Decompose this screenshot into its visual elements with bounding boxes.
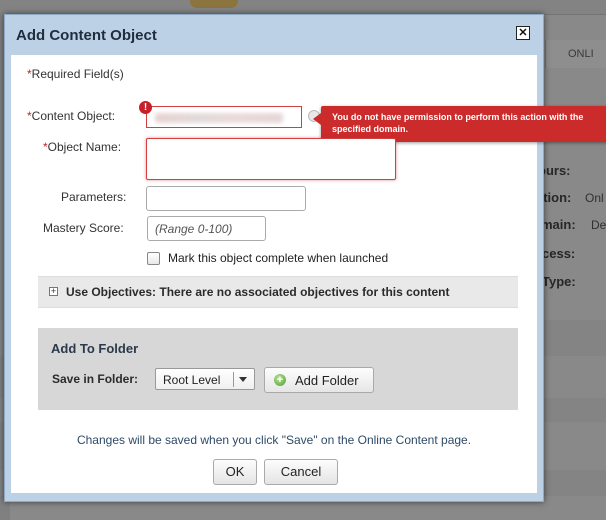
- content-object-label: *Content Object:: [27, 109, 115, 123]
- add-folder-button[interactable]: + Add Folder: [264, 367, 374, 393]
- object-name-label-text: Object Name:: [47, 140, 122, 154]
- cancel-button[interactable]: Cancel: [264, 459, 338, 485]
- required-note-text: Required Field(s): [31, 67, 124, 81]
- content-object-field[interactable]: [146, 106, 302, 128]
- add-content-object-dialog: Add Content Object ✕ *Required Field(s) …: [4, 14, 606, 502]
- select-divider: [233, 372, 234, 387]
- error-tooltip: You do not have permission to perform th…: [313, 106, 606, 142]
- add-folder-label: Add Folder: [295, 373, 359, 388]
- parameters-field[interactable]: [146, 186, 306, 211]
- dialog-content: *Required Field(s) *Content Object: ! Yo…: [11, 55, 606, 493]
- use-objectives-section[interactable]: + Use Objectives: There are no associate…: [38, 276, 518, 308]
- mark-complete-label[interactable]: Mark this object complete when launched: [168, 251, 388, 265]
- add-to-folder-panel: Add To Folder Save in Folder: Root Level…: [38, 328, 518, 410]
- content-object-label-text: Content Object:: [31, 109, 116, 123]
- object-name-label: *Object Name:: [43, 140, 121, 154]
- mark-complete-checkbox[interactable]: [147, 252, 160, 265]
- folder-select-value: Root Level: [163, 373, 221, 387]
- dialog-title: Add Content Object: [16, 27, 157, 44]
- expand-plus-icon[interactable]: +: [49, 287, 58, 296]
- save-note: Changes will be saved when you click "Sa…: [76, 433, 472, 447]
- required-fields-note: *Required Field(s): [27, 67, 124, 81]
- obscured-value: [155, 113, 283, 123]
- folder-select[interactable]: Root Level: [155, 368, 255, 390]
- use-objectives-text: Use Objectives: There are no associated …: [66, 285, 450, 299]
- add-to-folder-title: Add To Folder: [51, 341, 139, 356]
- parameters-label: Parameters:: [61, 190, 127, 204]
- add-plus-icon: +: [274, 374, 286, 386]
- dialog-titlebar[interactable]: Add Content Object ✕: [5, 15, 543, 53]
- object-name-field[interactable]: [146, 138, 396, 180]
- chevron-down-icon: [239, 377, 247, 382]
- error-exclamation-icon: !: [139, 101, 152, 114]
- mastery-score-field[interactable]: [147, 216, 266, 241]
- ok-button[interactable]: OK: [213, 459, 257, 485]
- save-in-folder-label: Save in Folder:: [52, 372, 139, 386]
- mastery-score-label: Mastery Score:: [43, 221, 124, 235]
- close-icon[interactable]: ✕: [516, 26, 530, 40]
